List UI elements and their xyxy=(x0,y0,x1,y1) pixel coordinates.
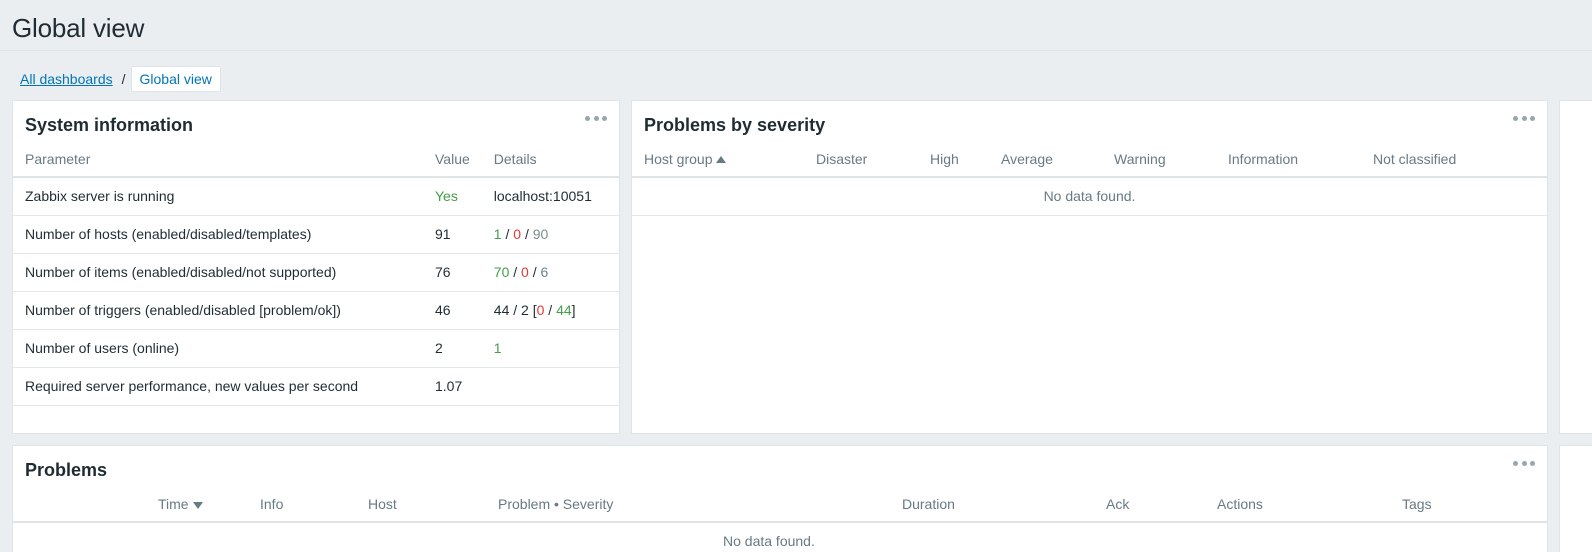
column-header-average: Average xyxy=(989,141,1102,178)
value-cell: 46 xyxy=(423,291,482,330)
widget-title: Problems by severity xyxy=(644,114,826,135)
table-header-row: Time Info Host Problem • Severity Durati… xyxy=(13,486,1547,523)
hosts-templates-count: 90 xyxy=(532,226,549,242)
table-row: Number of triggers (enabled/disabled [pr… xyxy=(13,291,619,330)
table-row: No data found. xyxy=(632,177,1547,216)
param-cell: Required server performance, new values … xyxy=(13,367,423,406)
problems-widget: Problems Time Info Host Problem • Severi… xyxy=(12,445,1548,552)
param-cell: Zabbix server is running xyxy=(13,177,423,216)
triggers-suffix: ] xyxy=(571,302,576,318)
sort-ascending-icon xyxy=(716,155,727,163)
column-header-parameter: Parameter xyxy=(13,141,423,178)
column-header-warning: Warning xyxy=(1102,141,1216,178)
widget-title: System information xyxy=(25,114,194,135)
table-row: Required server performance, new values … xyxy=(13,367,619,406)
widget-header: System information xyxy=(13,101,619,141)
no-data-message: No data found. xyxy=(13,522,1547,552)
problems-table: Time Info Host Problem • Severity Durati… xyxy=(13,486,1547,552)
table-row: Number of items (enabled/disabled/not su… xyxy=(13,253,619,292)
column-header-host-group[interactable]: Host group xyxy=(632,141,804,178)
table-row: Number of hosts (enabled/disabled/templa… xyxy=(13,215,619,254)
no-data-message: No data found. xyxy=(632,177,1547,216)
column-header-high: High xyxy=(918,141,989,178)
items-disabled-count: 0 xyxy=(521,264,529,280)
table-header-row: Parameter Value Details xyxy=(13,141,619,178)
column-header-time[interactable]: Time xyxy=(146,486,248,523)
widget-header: Problems xyxy=(13,446,1547,486)
triggers-prefix: 44 / 2 [ xyxy=(493,302,537,318)
details-separator: / xyxy=(532,264,537,280)
widget-menu-icon[interactable] xyxy=(585,113,607,123)
details-cell: 1 xyxy=(481,329,619,368)
param-cell: Number of triggers (enabled/disabled [pr… xyxy=(13,291,423,330)
value-cell: Yes xyxy=(423,177,482,216)
items-enabled-count: 70 xyxy=(493,264,510,280)
offscreen-widget-top xyxy=(1559,100,1592,434)
system-info-table: Parameter Value Details Zabbix server is… xyxy=(13,141,619,406)
severity-table: Host group Disaster High Average Warning… xyxy=(632,141,1547,216)
breadcrumb-all-dashboards-link[interactable]: All dashboards xyxy=(12,66,121,92)
table-header-row: Host group Disaster High Average Warning… xyxy=(632,141,1547,178)
column-header-spacer xyxy=(13,486,146,523)
column-header-tags: Tags xyxy=(1390,486,1547,523)
breadcrumb-separator: / xyxy=(121,71,126,87)
details-cell: 1 / 0 / 90 xyxy=(481,215,619,254)
time-sort-link[interactable]: Time xyxy=(158,496,189,512)
table-row: Zabbix server is running Yes localhost:1… xyxy=(13,177,619,216)
details-cell: localhost:10051 xyxy=(481,177,619,216)
title-divider xyxy=(0,50,1592,51)
column-header-disaster: Disaster xyxy=(804,141,918,178)
column-header-details: Details xyxy=(481,141,619,178)
column-header-ack: Ack xyxy=(1094,486,1205,523)
column-header-not-classified: Not classified xyxy=(1361,141,1547,178)
param-cell: Number of items (enabled/disabled/not su… xyxy=(13,253,423,292)
table-row: Number of users (online) 2 1 xyxy=(13,329,619,368)
page-title: Global view xyxy=(12,13,145,43)
details-separator: / xyxy=(513,264,518,280)
column-header-duration: Duration xyxy=(890,486,1094,523)
column-header-information: Information xyxy=(1216,141,1361,178)
details-separator: / xyxy=(505,226,510,242)
value-cell: 1.07 xyxy=(423,367,482,406)
value-cell: 76 xyxy=(423,253,482,292)
details-cell xyxy=(481,367,619,406)
details-cell: 44 / 2 [0 / 44] xyxy=(481,291,619,330)
breadcrumb-current-dashboard[interactable]: Global view xyxy=(130,66,221,92)
column-header-value: Value xyxy=(423,141,482,178)
offscreen-widget-bottom xyxy=(1559,445,1592,552)
details-separator: / xyxy=(544,302,557,318)
param-cell: Number of users (online) xyxy=(13,329,423,368)
column-header-problem-severity: Problem • Severity xyxy=(486,486,890,523)
triggers-ok-count: 44 xyxy=(556,302,572,318)
value-cell: 2 xyxy=(423,329,482,368)
host-group-sort-link[interactable]: Host group xyxy=(644,151,712,167)
column-header-info: Info xyxy=(248,486,356,523)
value-cell: 91 xyxy=(423,215,482,254)
details-cell: 70 / 0 / 6 xyxy=(481,253,619,292)
table-row: No data found. xyxy=(13,522,1547,552)
hosts-enabled-count: 1 xyxy=(493,226,502,242)
details-separator: / xyxy=(524,226,529,242)
items-not-supported-count: 6 xyxy=(540,264,549,280)
system-information-widget: System information Parameter Value Detai… xyxy=(12,100,620,434)
column-header-host: Host xyxy=(356,486,486,523)
widget-title: Problems xyxy=(25,459,108,480)
sort-descending-icon xyxy=(192,501,203,509)
param-cell: Number of hosts (enabled/disabled/templa… xyxy=(13,215,423,254)
hosts-disabled-count: 0 xyxy=(513,226,522,242)
widget-menu-icon[interactable] xyxy=(1513,113,1535,123)
column-header-actions: Actions xyxy=(1205,486,1390,523)
problems-by-severity-widget: Problems by severity Host group Disaster… xyxy=(631,100,1548,434)
widget-menu-icon[interactable] xyxy=(1513,458,1535,468)
breadcrumb: All dashboards / Global view xyxy=(12,66,221,92)
widget-header: Problems by severity xyxy=(632,101,1547,141)
